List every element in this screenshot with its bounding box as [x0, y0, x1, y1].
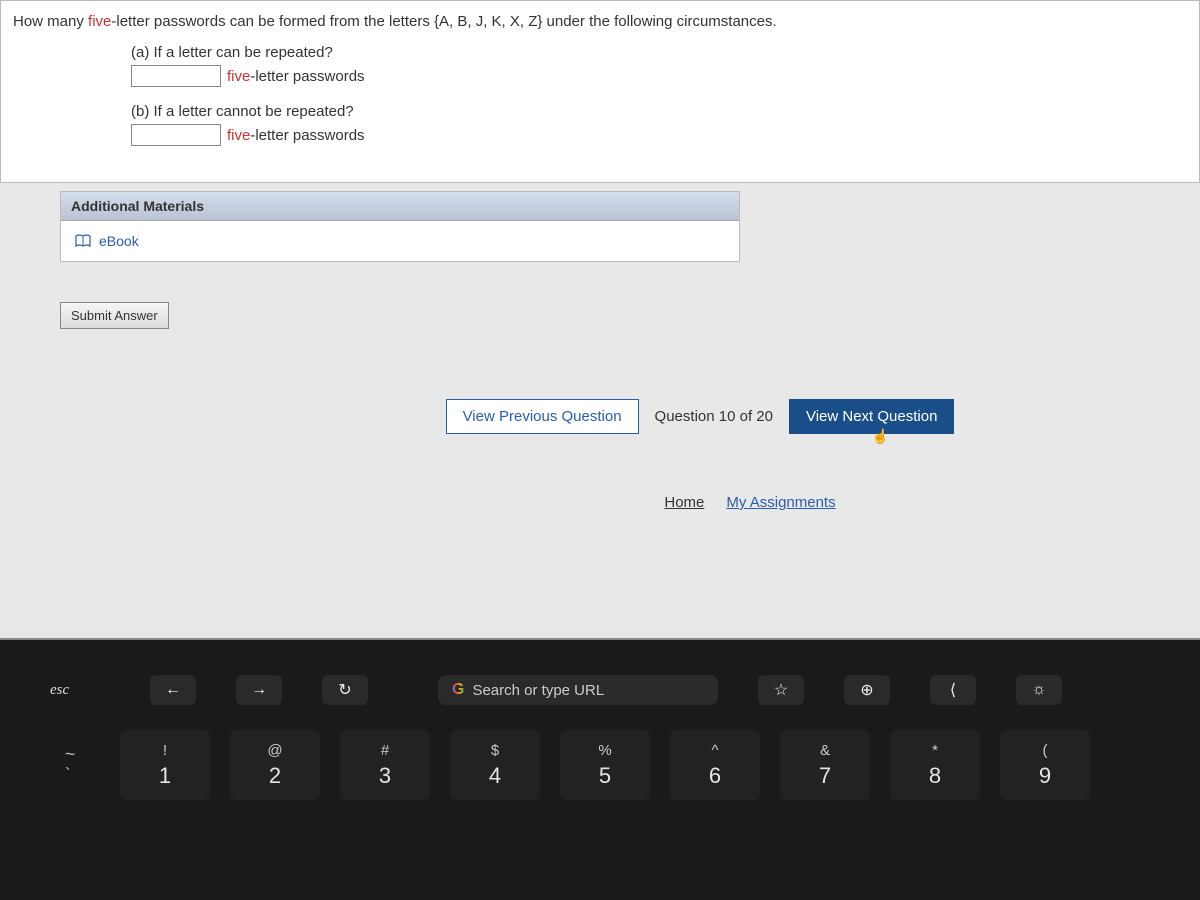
part-a-label: (a) If a letter can be repeated?: [131, 44, 1183, 61]
key-4[interactable]: $4: [450, 730, 540, 800]
key-6[interactable]: ^6: [670, 730, 760, 800]
new-tab-button[interactable]: ⊕: [844, 675, 890, 705]
part-a: (a) If a letter can be repeated? five-le…: [131, 44, 1183, 87]
arrow-right-icon: →: [251, 681, 267, 699]
part-b-highlight: five: [227, 127, 250, 144]
submit-answer-button[interactable]: Submit Answer: [60, 302, 169, 329]
part-a-highlight: five: [227, 68, 250, 85]
part-b-input[interactable]: [131, 124, 221, 146]
key-symbol: @: [267, 742, 282, 759]
key-number: 9: [1039, 763, 1051, 789]
key-number: 2: [269, 763, 281, 789]
chevron-left-icon: ⟨: [950, 680, 956, 700]
key-number: 1: [159, 763, 171, 789]
home-link[interactable]: Home: [664, 494, 704, 511]
key-8[interactable]: *8: [890, 730, 980, 800]
prompt-highlight: five: [88, 13, 111, 30]
touchbar: esc ← → ↻ G Search or type URL ☆ ⊕ ⟨ ☼: [0, 670, 1200, 710]
question-prompt: How many five-letter passwords can be fo…: [13, 13, 1183, 30]
back-button[interactable]: ←: [150, 675, 196, 705]
key-number: 4: [489, 763, 501, 789]
key-number: 3: [379, 763, 391, 789]
star-icon: ☆: [774, 680, 788, 700]
additional-materials-panel: Additional Materials eBook: [60, 191, 740, 262]
brightness-button[interactable]: ☼: [1016, 675, 1062, 705]
part-a-suffix: five-letter passwords: [227, 68, 365, 85]
key-symbol: #: [381, 742, 389, 759]
forward-button[interactable]: →: [236, 675, 282, 705]
key-symbol: $: [491, 742, 499, 759]
question-nav: View Previous Question Question 10 of 20…: [0, 399, 1200, 434]
esc-key[interactable]: esc: [50, 682, 110, 699]
key-3[interactable]: #3: [340, 730, 430, 800]
favorite-button[interactable]: ☆: [758, 675, 804, 705]
question-panel: How many five-letter passwords can be fo…: [0, 0, 1200, 183]
part-a-input[interactable]: [131, 65, 221, 87]
brightness-icon: ☼: [1032, 681, 1047, 699]
tilde-key[interactable]: ~`: [50, 730, 90, 800]
key-number: 7: [819, 763, 831, 789]
plus-circle-icon: ⊕: [860, 680, 873, 700]
key-number: 5: [599, 763, 611, 789]
key-7[interactable]: &7: [780, 730, 870, 800]
view-previous-question-button[interactable]: View Previous Question: [446, 399, 639, 434]
part-b-rest: -letter passwords: [250, 127, 364, 144]
key-2[interactable]: @2: [230, 730, 320, 800]
ebook-row: eBook: [61, 221, 739, 261]
laptop-bezel: esc ← → ↻ G Search or type URL ☆ ⊕ ⟨ ☼ ~…: [0, 640, 1200, 900]
part-b-suffix: five-letter passwords: [227, 127, 365, 144]
part-b-label: (b) If a letter cannot be repeated?: [131, 103, 1183, 120]
key-symbol: %: [598, 742, 611, 759]
footer-links: Home My Assignments: [0, 494, 1200, 511]
collapse-button[interactable]: ⟨: [930, 675, 976, 705]
key-9[interactable]: (9: [1000, 730, 1090, 800]
screen-content: How many five-letter passwords can be fo…: [0, 0, 1200, 640]
my-assignments-link[interactable]: My Assignments: [726, 494, 835, 511]
key-number: 6: [709, 763, 721, 789]
book-icon: [75, 234, 91, 248]
key-5[interactable]: %5: [560, 730, 650, 800]
reload-icon: ↻: [338, 680, 351, 700]
part-b: (b) If a letter cannot be repeated? five…: [131, 103, 1183, 146]
next-button-label: View Next Question: [806, 408, 937, 425]
question-counter: Question 10 of 20: [649, 408, 779, 425]
ebook-link[interactable]: eBook: [99, 233, 139, 249]
touchbar-search[interactable]: G Search or type URL: [438, 675, 718, 705]
keyboard-number-row: ~` !1@2#3$4%5^6&7*8(9: [0, 710, 1200, 800]
cursor-icon: ☝: [872, 428, 889, 445]
key-symbol: *: [932, 742, 938, 759]
arrow-left-icon: ←: [165, 681, 181, 699]
view-next-question-button[interactable]: View Next Question ☝: [789, 399, 954, 434]
key-symbol: !: [163, 742, 167, 759]
reload-button[interactable]: ↻: [322, 675, 368, 705]
part-a-rest: -letter passwords: [250, 68, 364, 85]
prompt-text: How many: [13, 13, 88, 30]
key-1[interactable]: !1: [120, 730, 210, 800]
search-placeholder: Search or type URL: [472, 682, 604, 699]
google-icon: G: [452, 681, 464, 699]
key-symbol: (: [1043, 742, 1048, 759]
additional-materials-header: Additional Materials: [61, 192, 739, 221]
key-number: 8: [929, 763, 941, 789]
key-symbol: &: [820, 742, 830, 759]
key-symbol: ^: [711, 742, 718, 759]
prompt-rest: -letter passwords can be formed from the…: [111, 13, 776, 30]
